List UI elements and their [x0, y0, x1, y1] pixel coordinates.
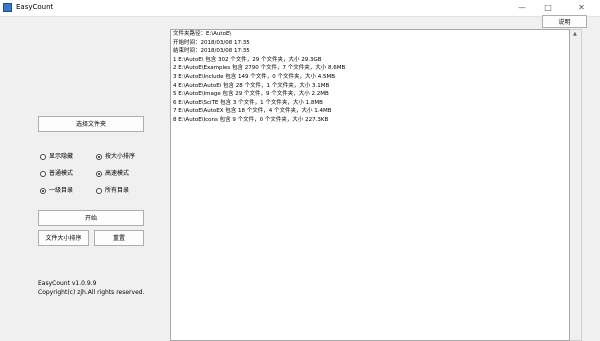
output-line: 7 E:\AutoE\AutoEX 包含 18 个文件，4 个文件夹，大小 1.… — [173, 108, 332, 115]
output-textarea[interactable]: 文件夹路径：E:\AutoE\ 开始时间：2018/03/08 17:35 结束… — [170, 29, 570, 341]
close-button[interactable]: ✕ — [563, 0, 600, 15]
option-label: 按大小排序 — [105, 153, 136, 160]
radio-normal-mode[interactable] — [40, 171, 46, 177]
option-label: 高速模式 — [105, 170, 130, 177]
output-line: 1 E:\AutoE\ 包含 302 个文件，29 个文件夹，大小 29.3GB — [173, 56, 322, 63]
option-label: 普通模式 — [49, 170, 74, 177]
output-line: 结束时间：2018/03/08 17:35 — [173, 48, 250, 55]
output-line: 开始时间：2018/03/08 17:35 — [173, 39, 250, 46]
sort-by-size-button[interactable]: 文件大小排序 — [38, 230, 89, 246]
radio-all-levels[interactable] — [96, 188, 102, 194]
vertical-scrollbar[interactable]: ▲ — [570, 29, 582, 341]
window-title: EasyCount — [16, 3, 54, 11]
option-label: 显示隐藏 — [49, 153, 74, 160]
scroll-up-arrow-icon[interactable]: ▲ — [573, 31, 577, 37]
start-button[interactable]: 开始 — [38, 210, 144, 226]
output-line: 2 E:\AutoE\Examples 包含 2790 个文件，7 个文件夹，大… — [173, 65, 346, 72]
radio-sort-by-size[interactable] — [96, 154, 102, 160]
maximize-button[interactable]: □ — [535, 0, 561, 15]
output-line: 文件夹路径：E:\AutoE\ — [173, 31, 232, 37]
reset-button[interactable]: 重置 — [94, 230, 144, 246]
version-text: EasyCount v1.0.9.9 — [38, 280, 97, 287]
title-bar: EasyCount — □ ✕ — [0, 0, 600, 17]
select-folder-button[interactable]: 选择文件夹 — [38, 116, 144, 132]
output-line: 3 E:\AutoE\Include 包含 149 个文件，0 个文件夹，大小 … — [173, 73, 336, 80]
output-line: 4 E:\AutoE\AutoEi 包含 28 个文件，1 个文件夹，大小 3.… — [173, 82, 330, 89]
radio-show-hidden[interactable] — [40, 154, 46, 160]
help-button[interactable]: 说明 — [542, 15, 587, 28]
option-label: 一级目录 — [49, 187, 74, 194]
output-line: 6 E:\AutoE\SciTE 包含 3 个文件，1 个文件夹，大小 1.8M… — [173, 99, 323, 106]
app-icon — [3, 3, 12, 12]
output-line: 5 E:\AutoE\Image 包含 29 个文件，9 个文件夹，大小 2.2… — [173, 91, 329, 98]
radio-first-level[interactable] — [40, 188, 46, 194]
output-line: 8 E:\AutoE\Icons 包含 9 个文件，0 个文件夹，大小 227.… — [173, 116, 329, 123]
minimize-button[interactable]: — — [509, 0, 535, 15]
radio-fast-mode[interactable] — [96, 171, 102, 177]
option-label: 所有目录 — [105, 187, 130, 194]
copyright-text: Copyright(c) zjh.All rights reserved. — [38, 289, 145, 296]
